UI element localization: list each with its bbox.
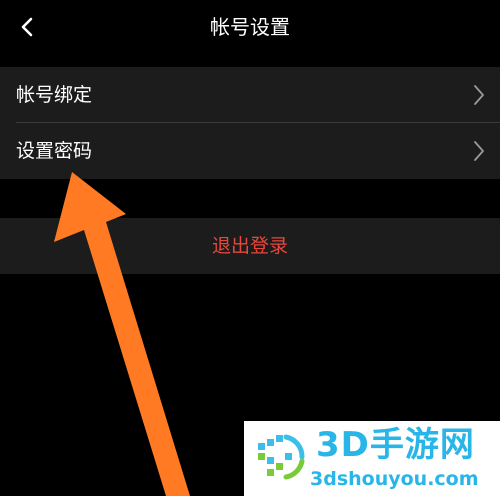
watermark-title: 3D手游网 (316, 425, 475, 465)
navigation-bar: 帐号设置 (0, 0, 500, 56)
chevron-right-icon (474, 85, 484, 105)
chevron-right-icon (474, 141, 484, 161)
logout-button[interactable]: 退出登录 (0, 218, 500, 274)
set-password-label: 设置密码 (16, 140, 93, 162)
account-binding-row[interactable]: 帐号绑定 (0, 67, 500, 123)
settings-group: 帐号绑定 设置密码 (0, 67, 500, 179)
account-binding-label: 帐号绑定 (16, 84, 93, 106)
watermark-logo-icon (258, 434, 305, 480)
logout-label: 退出登录 (211, 235, 288, 257)
page-title: 帐号设置 (210, 15, 290, 39)
watermark: 3D手游网 3dshouyou.com (244, 421, 500, 496)
set-password-row[interactable]: 设置密码 (0, 123, 500, 179)
watermark-domain: 3dshouyou.com (310, 468, 479, 490)
